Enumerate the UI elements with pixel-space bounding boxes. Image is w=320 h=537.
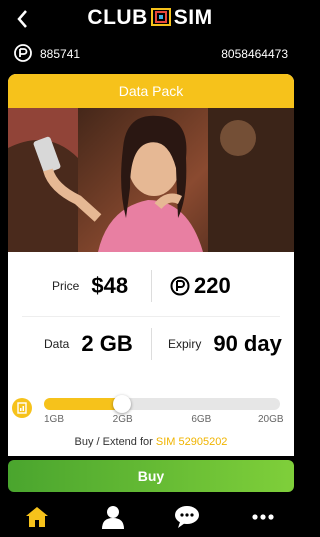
extend-text: Buy / Extend for SIM 52905202 <box>8 436 294 448</box>
price-row: Price $48 220 <box>8 264 294 308</box>
data-label: Data <box>44 337 70 351</box>
price-value: $48 <box>91 273 129 298</box>
chat-icon[interactable] <box>172 504 202 530</box>
slider-tick-label[interactable]: 6GB <box>191 414 211 425</box>
slider-ticks: 1GB 2GB 6GB 20GB <box>44 414 284 428</box>
slider-fill <box>44 398 122 410</box>
account-left-number: 885741 <box>40 47 81 61</box>
points-icon <box>170 276 190 296</box>
slider-tick-label[interactable]: 1GB <box>44 414 64 425</box>
slider-handle[interactable] <box>112 395 131 413</box>
slider-tick-label[interactable]: 20GB <box>258 414 284 425</box>
slider-track[interactable] <box>44 395 280 413</box>
expiry-value: 90 day <box>213 331 282 356</box>
account-right-number: 8058464473 <box>221 47 288 61</box>
points-value: 220 <box>194 273 231 298</box>
top-bar: CLUB SIM <box>0 0 300 38</box>
account-bar: 885741 8058464473 <box>0 40 300 68</box>
data-value: 2 GB <box>81 331 133 356</box>
divider <box>151 328 152 360</box>
divider <box>151 270 152 302</box>
slider-tick-label[interactable]: 2GB <box>113 414 133 425</box>
data-pack-card: Data Pack Price $48 220 Data 2 GB Expiry… <box>8 74 294 456</box>
logo-text-right: SIM <box>173 6 213 29</box>
app-logo: CLUB SIM <box>0 6 300 30</box>
buy-button[interactable]: Buy <box>8 460 294 492</box>
profile-icon[interactable] <box>98 504 128 530</box>
divider <box>22 316 280 317</box>
extend-label: Buy / Extend for <box>74 436 156 448</box>
logo-mark-icon <box>150 8 171 26</box>
data-expiry-row: Data 2 GB Expiry 90 day <box>8 322 294 366</box>
expiry-label: Expiry <box>168 337 202 351</box>
points-badge-icon <box>14 44 32 62</box>
home-icon[interactable] <box>22 504 52 530</box>
data-usage-icon <box>12 398 32 418</box>
bottom-nav <box>0 498 300 537</box>
more-icon[interactable] <box>248 504 278 530</box>
logo-text-left: CLUB <box>87 6 148 29</box>
hero-image <box>8 108 294 252</box>
extend-sim[interactable]: SIM 52905202 <box>156 436 228 448</box>
price-label: Price <box>52 279 80 293</box>
card-title: Data Pack <box>8 74 294 108</box>
